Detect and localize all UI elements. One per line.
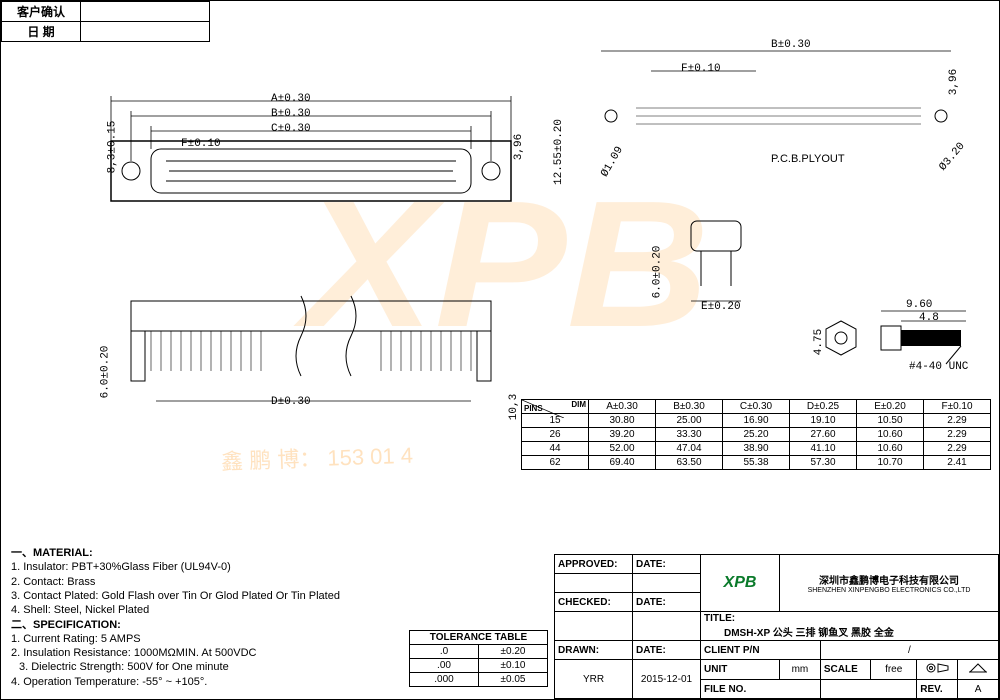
pcb-layout-view: [581, 36, 981, 156]
dim-C: C±0.30: [271, 123, 311, 135]
dim-D: D±0.30: [271, 396, 311, 408]
note-line: 2. Insulation Resistance: 1000MΩMIN. At …: [11, 646, 411, 660]
dim-103: 10,3: [508, 394, 520, 420]
dim-60: 6.0±0.20: [99, 346, 111, 399]
dim-475: 4.75: [813, 329, 825, 355]
front-view: [91, 61, 521, 231]
dim-960: 9.60: [906, 299, 932, 311]
date-label-3: DATE:: [633, 641, 701, 660]
watermark-text: 鑫 鹏 博： 153 01 4: [221, 438, 414, 477]
table-row: 2639.2033.3025.2027.6010.602.29: [522, 428, 991, 442]
side-view: [101, 271, 521, 441]
drawing-sheet: XPB 鑫 鹏 博： 153 01 4 客户确认 日 期 A±0.30 B±0.…: [0, 0, 1000, 700]
pcb-label: P.C.B.PLYOUT: [771, 153, 845, 165]
note-line: 3. Contact Plated: Gold Flash over Tin O…: [11, 589, 411, 603]
dim-E: E±0.20: [701, 301, 741, 313]
dim-48: 4.8: [919, 312, 939, 324]
file-no-value: [820, 680, 916, 699]
angle-symbol: [958, 660, 999, 680]
note-line: 4. Shell: Steel, Nickel Plated: [11, 603, 411, 617]
tolerance-table: TOLERANCE TABLE .0±0.20 .00±0.10 .000±0.…: [409, 630, 548, 687]
rev-value: A: [958, 680, 999, 699]
spec-header: 二、SPECIFICATION:: [11, 618, 411, 632]
customer-confirm-label: 客户确认: [2, 2, 81, 22]
note-line: 1. Current Rating: 5 AMPS: [11, 632, 411, 646]
drawn-date: 2015-12-01: [633, 660, 701, 699]
dim-B: B±0.30: [271, 108, 311, 120]
note-line: 2. Contact: Brass: [11, 575, 411, 589]
customer-confirm-box: 客户确认 日 期: [1, 1, 210, 42]
dim-396: 3,96: [513, 134, 525, 160]
notes-block: 一、MATERIAL: 1. Insulator: PBT+30%Glass F…: [11, 546, 411, 689]
table-row: 4452.0047.0438.9041.1010.602.29: [522, 442, 991, 456]
date-label-1: DATE:: [633, 555, 701, 574]
client-pn-value: /: [820, 641, 998, 660]
dim-F: F±0.10: [181, 138, 221, 150]
scale-value: free: [871, 660, 917, 680]
checked-label: CHECKED:: [555, 593, 633, 612]
dim-60b: 6.0±0.20: [651, 246, 663, 299]
company-en: SHENZHEN XINPENGBO ELECTRONICS CO.,LTD: [784, 587, 994, 594]
dim-A: A±0.30: [271, 93, 311, 105]
note-line: 3. Dielectric Strength: 500V for One min…: [11, 660, 411, 674]
note-line: 1. Insulator: PBT+30%Glass Fiber (UL94V-…: [11, 560, 411, 574]
unit-label: UNIT: [701, 660, 780, 680]
client-pn-label: CLIENT P/N: [701, 641, 821, 660]
company-logo: XPB: [724, 574, 757, 591]
rev-label: REV.: [917, 680, 958, 699]
standoff-view: [661, 211, 781, 331]
table-row: 1530.8025.0016.9019.1010.502.29: [522, 414, 991, 428]
drawn-label: DRAWN:: [555, 641, 633, 660]
dim-F2: F±0.10: [681, 63, 721, 75]
pins-col-corner: PINS: [524, 404, 543, 413]
dim-B2: B±0.30: [771, 39, 811, 51]
title-block: APPROVED: DATE: XPB 深圳市鑫鹏博电子科技有限公司 SHENZ…: [554, 554, 999, 699]
dim-396b: 3,96: [948, 69, 960, 95]
projection-symbol: [917, 660, 958, 680]
company-cn: 深圳市鑫鹏博电子科技有限公司: [784, 572, 994, 587]
dim-thread: #4-40 UNC: [909, 361, 968, 373]
drawn-value: YRR: [555, 660, 633, 699]
dim-1255: 12.55±0.20: [553, 119, 565, 185]
part-title: DMSH-XP 公头 三排 铆鱼叉 黑胶 全金: [704, 628, 894, 639]
approved-label: APPROVED:: [555, 555, 633, 574]
unit-value: mm: [780, 660, 821, 680]
scale-label: SCALE: [820, 660, 870, 680]
dimension-table: DIM PINS A±0.30 B±0.30 C±0.30 D±0.25 E±0…: [521, 399, 991, 470]
table-row: 6269.4063.5055.3857.3010.702.41: [522, 456, 991, 470]
dim-83: 8,3±0.15: [106, 121, 118, 174]
note-line: 4. Operation Temperature: -55° ~ +105°.: [11, 675, 411, 689]
date-label-2: DATE:: [633, 593, 701, 612]
material-header: 一、MATERIAL:: [11, 546, 411, 560]
dim-col-corner: DIM: [571, 400, 586, 409]
title-label: TITLE:: [704, 613, 735, 624]
file-no-label: FILE NO.: [701, 680, 821, 699]
date-label: 日 期: [2, 22, 81, 42]
tolerance-caption: TOLERANCE TABLE: [409, 630, 548, 644]
